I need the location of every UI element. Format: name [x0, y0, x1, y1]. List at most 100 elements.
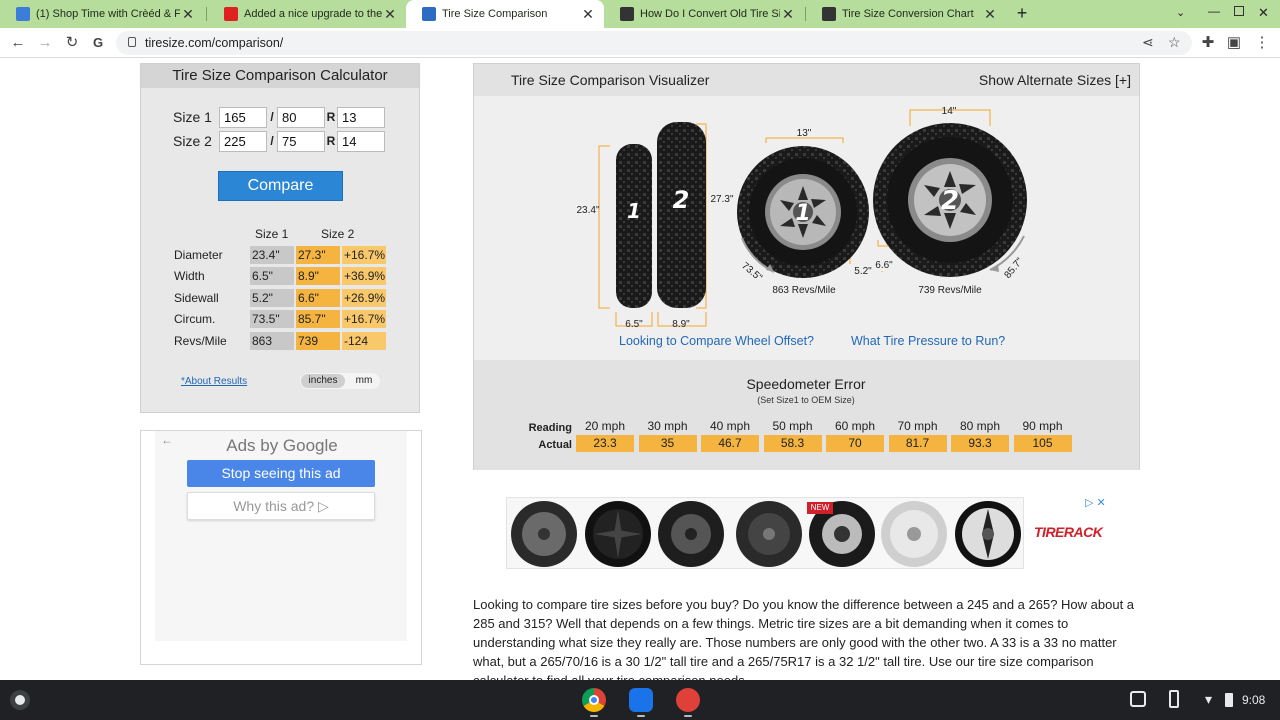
- chevron-down-icon[interactable]: ⌄: [1176, 6, 1185, 19]
- size2-rim-input[interactable]: [337, 130, 385, 152]
- launcher-icon[interactable]: [10, 690, 30, 710]
- phone-hub-icon[interactable]: [1169, 690, 1179, 708]
- wheel-image: [955, 501, 1021, 567]
- unit-inches-option[interactable]: inches: [301, 374, 345, 388]
- size1-width-input[interactable]: [219, 106, 267, 128]
- tab-favicon-icon: [16, 7, 30, 21]
- tab-convert-old-sizes[interactable]: How Do I Convert Old Tire Sizes? ✕: [604, 0, 804, 28]
- chrome-icon[interactable]: [582, 688, 606, 712]
- tire1-width-label-bottom: 6.5": [625, 319, 643, 330]
- speed-actual-cell: 105: [1013, 435, 1072, 452]
- about-results-link[interactable]: *About Results: [181, 376, 247, 387]
- size1-value: 6.5": [250, 267, 294, 285]
- speed-reading-cell: 80 mph: [959, 419, 1001, 433]
- close-icon[interactable]: ✕: [180, 6, 196, 23]
- share-icon[interactable]: ⋖: [1142, 34, 1154, 51]
- close-icon[interactable]: ✕: [580, 6, 596, 23]
- wheel-image: [881, 501, 947, 567]
- running-indicator: [637, 715, 645, 717]
- row-label: Circum.: [174, 312, 216, 326]
- difference-value: -124: [342, 332, 386, 350]
- holding-space-icon[interactable]: [1130, 691, 1146, 707]
- tire2-width-label: 8.9": [672, 319, 690, 330]
- speed-reading-cell: 50 mph: [772, 419, 813, 433]
- tab-shop-time[interactable]: (1) Shop Time with Crèéd & Frien ✕: [0, 0, 204, 28]
- wheels-ad-strip[interactable]: [506, 497, 1024, 569]
- row-label: Revs/Mile: [174, 334, 227, 348]
- compare-wheel-offset-link[interactable]: Looking to Compare Wheel Offset?: [619, 334, 814, 348]
- star-icon[interactable]: ☆: [1168, 34, 1181, 51]
- tire1-side-view: 1: [737, 146, 869, 278]
- tirerack-logo[interactable]: TIRERACK: [1034, 524, 1103, 540]
- extensions-icon[interactable]: ✚: [1198, 33, 1218, 53]
- tiresize-icon: [422, 7, 436, 21]
- unit-toggle[interactable]: inches mm: [300, 373, 380, 389]
- tire2-side-view: 2: [873, 123, 1027, 277]
- screenshot-app-icon[interactable]: [676, 688, 700, 712]
- close-icon[interactable]: ✕: [780, 6, 796, 23]
- tire-diagram: 1 2 23.4" 27.3" 6.5" 6.5" 8.9": [576, 106, 1027, 330]
- tire1-number: 1: [627, 199, 641, 223]
- close-window-icon[interactable]: ✕: [1258, 5, 1269, 21]
- tab-tire-size-comparison[interactable]: Tire Size Comparison ✕: [406, 0, 604, 28]
- size1-aspect-input[interactable]: [277, 106, 325, 128]
- show-alternate-sizes-link[interactable]: Show Alternate Sizes [+]: [979, 72, 1131, 88]
- tire1-revs-label: 863 Revs/Mile: [772, 285, 836, 296]
- close-icon[interactable]: ✕: [382, 6, 398, 23]
- tab-strip: (1) Shop Time with Crèéd & Frien ✕ Added…: [0, 0, 1280, 28]
- site-icon: [822, 7, 836, 21]
- tire2-diameter-label: 27.3": [710, 194, 733, 205]
- back-icon[interactable]: ←: [8, 33, 28, 53]
- stop-seeing-ad-button[interactable]: Stop seeing this ad: [187, 460, 375, 487]
- battery-icon[interactable]: [1225, 693, 1233, 707]
- tab-separator: [206, 7, 207, 21]
- row-label: Diameter: [174, 248, 223, 262]
- unit-mm-option[interactable]: mm: [350, 374, 378, 388]
- reload-icon[interactable]: ↻: [62, 33, 82, 53]
- adchoices-icon[interactable]: ▷ ✕: [1085, 496, 1106, 509]
- visualizer-title: Tire Size Comparison Visualizer: [511, 72, 710, 88]
- size1-rim-input[interactable]: [337, 106, 385, 128]
- speed-actual-cell: 81.7: [888, 435, 947, 452]
- google-icon[interactable]: G: [88, 33, 108, 53]
- difference-value: +16.7%: [342, 246, 386, 264]
- size2-aspect-input[interactable]: [277, 130, 325, 152]
- tire-visualizer: Tire Size Comparison Visualizer Show Alt…: [473, 63, 1140, 470]
- clock[interactable]: 9:08: [1242, 693, 1265, 707]
- speed-actual-cell: 46.7: [701, 435, 759, 452]
- tab-youtube[interactable]: Added a nice upgrade to the SVL ✕: [208, 0, 406, 28]
- speed-actual-cell: 93.3: [951, 435, 1009, 452]
- tab-conversion-chart[interactable]: Tire Size Conversion Chart ✕: [806, 0, 1006, 28]
- speed-actual-cell: 35: [638, 435, 697, 452]
- tire1-side-number: 1: [795, 201, 810, 226]
- size2-label: Size 2: [173, 133, 212, 149]
- new-tab-button[interactable]: +: [1012, 3, 1032, 24]
- address-bar[interactable]: tiresize.com/comparison/ ⋖ ☆: [116, 31, 1192, 55]
- size1-value: 23.4": [250, 246, 294, 264]
- visualizer-header: Tire Size Comparison Visualizer Show Alt…: [474, 64, 1139, 96]
- more-icon[interactable]: ⋮: [1252, 33, 1272, 53]
- slash: /: [270, 134, 274, 148]
- forward-icon[interactable]: →: [35, 33, 55, 53]
- tire2-front-view: 2: [657, 122, 706, 308]
- results-header-size1: Size 1: [255, 227, 289, 241]
- files-icon[interactable]: [629, 688, 653, 712]
- sidepanel-icon[interactable]: ▣: [1224, 33, 1244, 53]
- tire-pressure-link[interactable]: What Tire Pressure to Run?: [851, 334, 1005, 348]
- tire1-sidewall-label: 5.2": [854, 266, 872, 277]
- minimize-icon[interactable]: —: [1208, 4, 1220, 18]
- lock-icon: [128, 37, 136, 47]
- size2-value: 85.7": [296, 310, 340, 328]
- ads-by-google-label: Ads by Google: [226, 436, 338, 455]
- size2-value: 27.3": [296, 246, 340, 264]
- size2-width-input[interactable]: [219, 130, 267, 152]
- close-icon[interactable]: ✕: [982, 6, 998, 23]
- maximize-icon[interactable]: [1234, 6, 1244, 16]
- difference-value: +16.7%: [342, 310, 386, 328]
- why-this-ad-button[interactable]: Why this ad? ▷: [187, 492, 375, 520]
- compare-button[interactable]: Compare: [218, 171, 343, 201]
- size2-value: 739: [296, 332, 340, 350]
- tab-title: (1) Shop Time with Crèéd & Frien: [36, 8, 180, 20]
- row-label: Width: [174, 269, 205, 283]
- wifi-icon[interactable]: ▾: [1205, 691, 1212, 708]
